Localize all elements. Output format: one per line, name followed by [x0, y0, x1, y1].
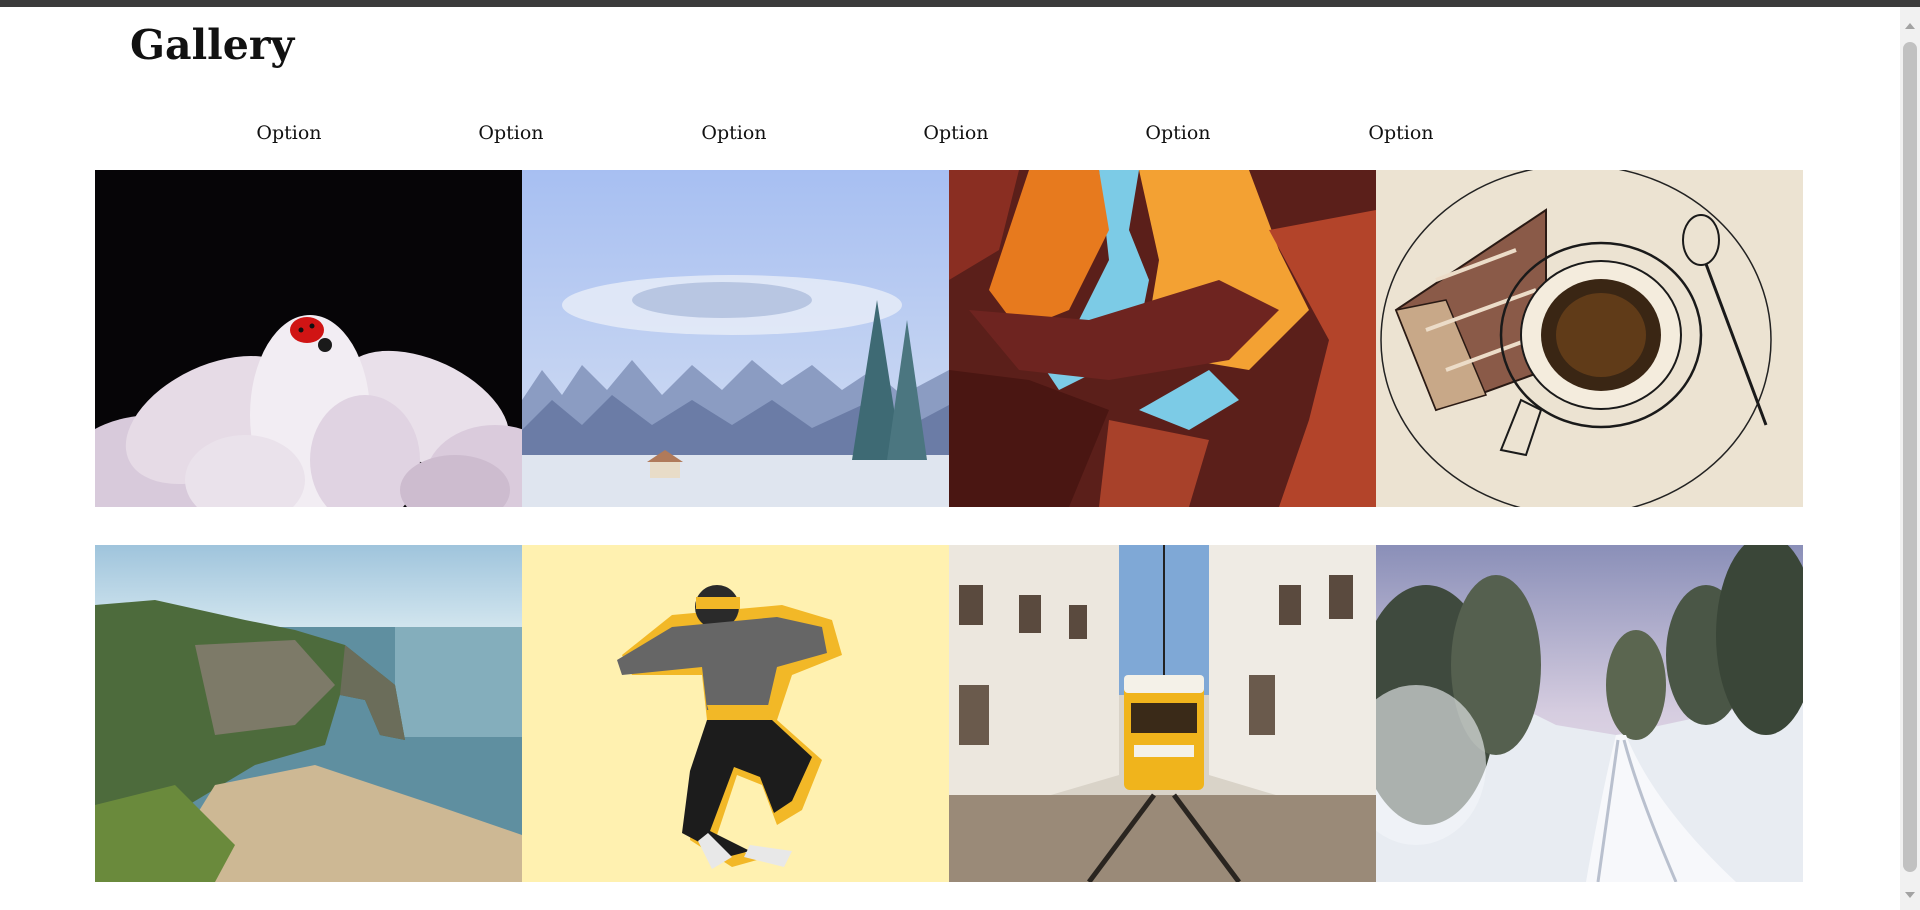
- nav-menu: Option Option Option Option Option Optio…: [0, 118, 1900, 148]
- window-top-bar: [0, 0, 1920, 7]
- nav-option-6[interactable]: Option: [1336, 118, 1466, 148]
- nav-option-5[interactable]: Option: [1113, 118, 1243, 148]
- page-title: Gallery: [130, 21, 295, 69]
- yellow-tram-street-image[interactable]: [949, 545, 1376, 882]
- vertical-scrollbar[interactable]: [1900, 7, 1920, 910]
- nav-option-3[interactable]: Option: [669, 118, 799, 148]
- dancing-man-illustration-image[interactable]: [522, 545, 949, 882]
- cake-and-coffee-sketch-image[interactable]: [1376, 170, 1803, 507]
- scrollbar-thumb[interactable]: [1903, 42, 1917, 872]
- scroll-down-arrow-icon[interactable]: [1905, 892, 1915, 898]
- scroll-up-arrow-icon[interactable]: [1905, 23, 1915, 29]
- nav-option-2[interactable]: Option: [446, 118, 576, 148]
- snowy-forest-cabin-image[interactable]: [522, 170, 949, 507]
- canyon-rock-arch-image[interactable]: [949, 170, 1376, 507]
- nav-option-4[interactable]: Option: [891, 118, 1021, 148]
- sea-arch-beach-image[interactable]: [95, 545, 522, 882]
- nav-option-1[interactable]: Option: [224, 118, 354, 148]
- snowy-road-forest-image[interactable]: [1376, 545, 1803, 882]
- ladybug-on-flower-image[interactable]: [95, 170, 522, 507]
